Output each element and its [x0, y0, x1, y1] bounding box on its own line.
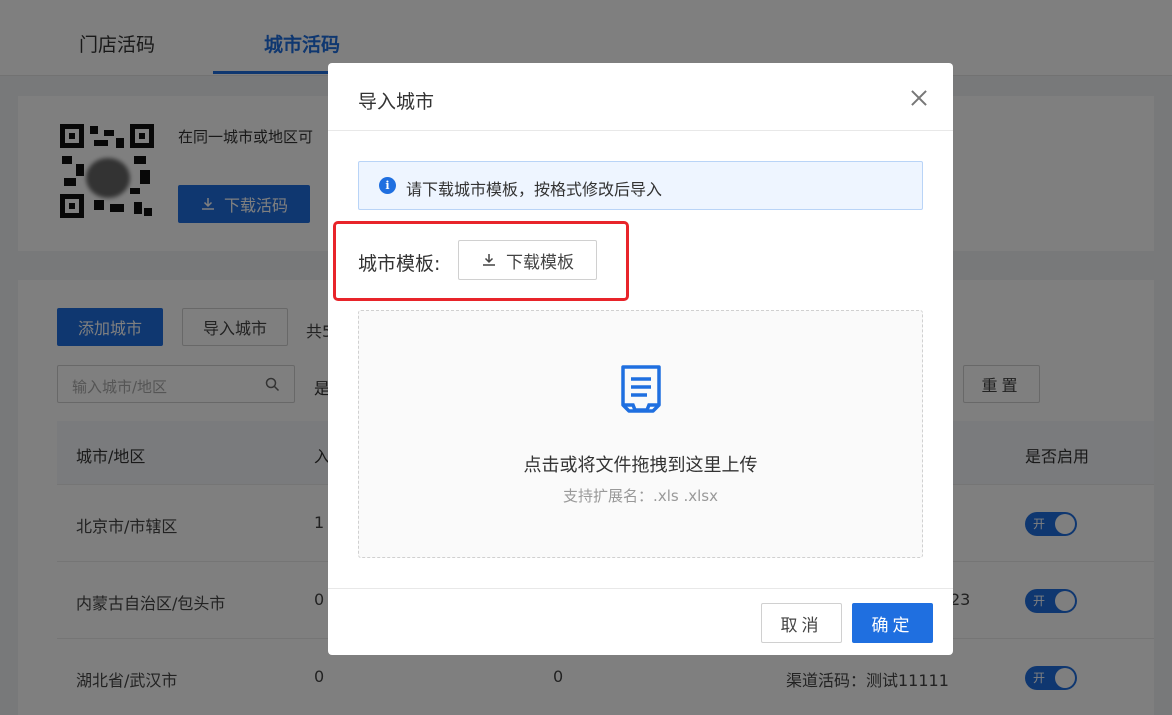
upload-dropzone[interactable]: 点击或将文件拖拽到这里上传 支持扩展名：.xls .xlsx: [358, 310, 923, 558]
cancel-button[interactable]: 取消: [761, 603, 842, 643]
confirm-button[interactable]: 确定: [852, 603, 933, 643]
dialog-title: 导入城市: [358, 91, 435, 113]
dialog-header: 导入城市: [328, 63, 953, 131]
import-city-dialog: 导入城市 i 请下载城市模板，按格式修改后导入 城市模板: 下载模板 点击或将文…: [328, 63, 953, 655]
dropzone-text: 点击或将文件拖拽到这里上传: [523, 455, 758, 476]
upload-file-icon: [621, 365, 661, 413]
alert-message: 请下载城市模板，按格式修改后导入: [406, 180, 663, 199]
highlight-box: [333, 221, 629, 301]
close-icon[interactable]: [911, 90, 927, 106]
info-icon: i: [379, 177, 396, 194]
dialog-footer: 取消 确定: [328, 588, 953, 655]
info-alert: i 请下载城市模板，按格式修改后导入: [358, 161, 923, 210]
dropzone-hint: 支持扩展名：.xls .xlsx: [563, 487, 718, 505]
